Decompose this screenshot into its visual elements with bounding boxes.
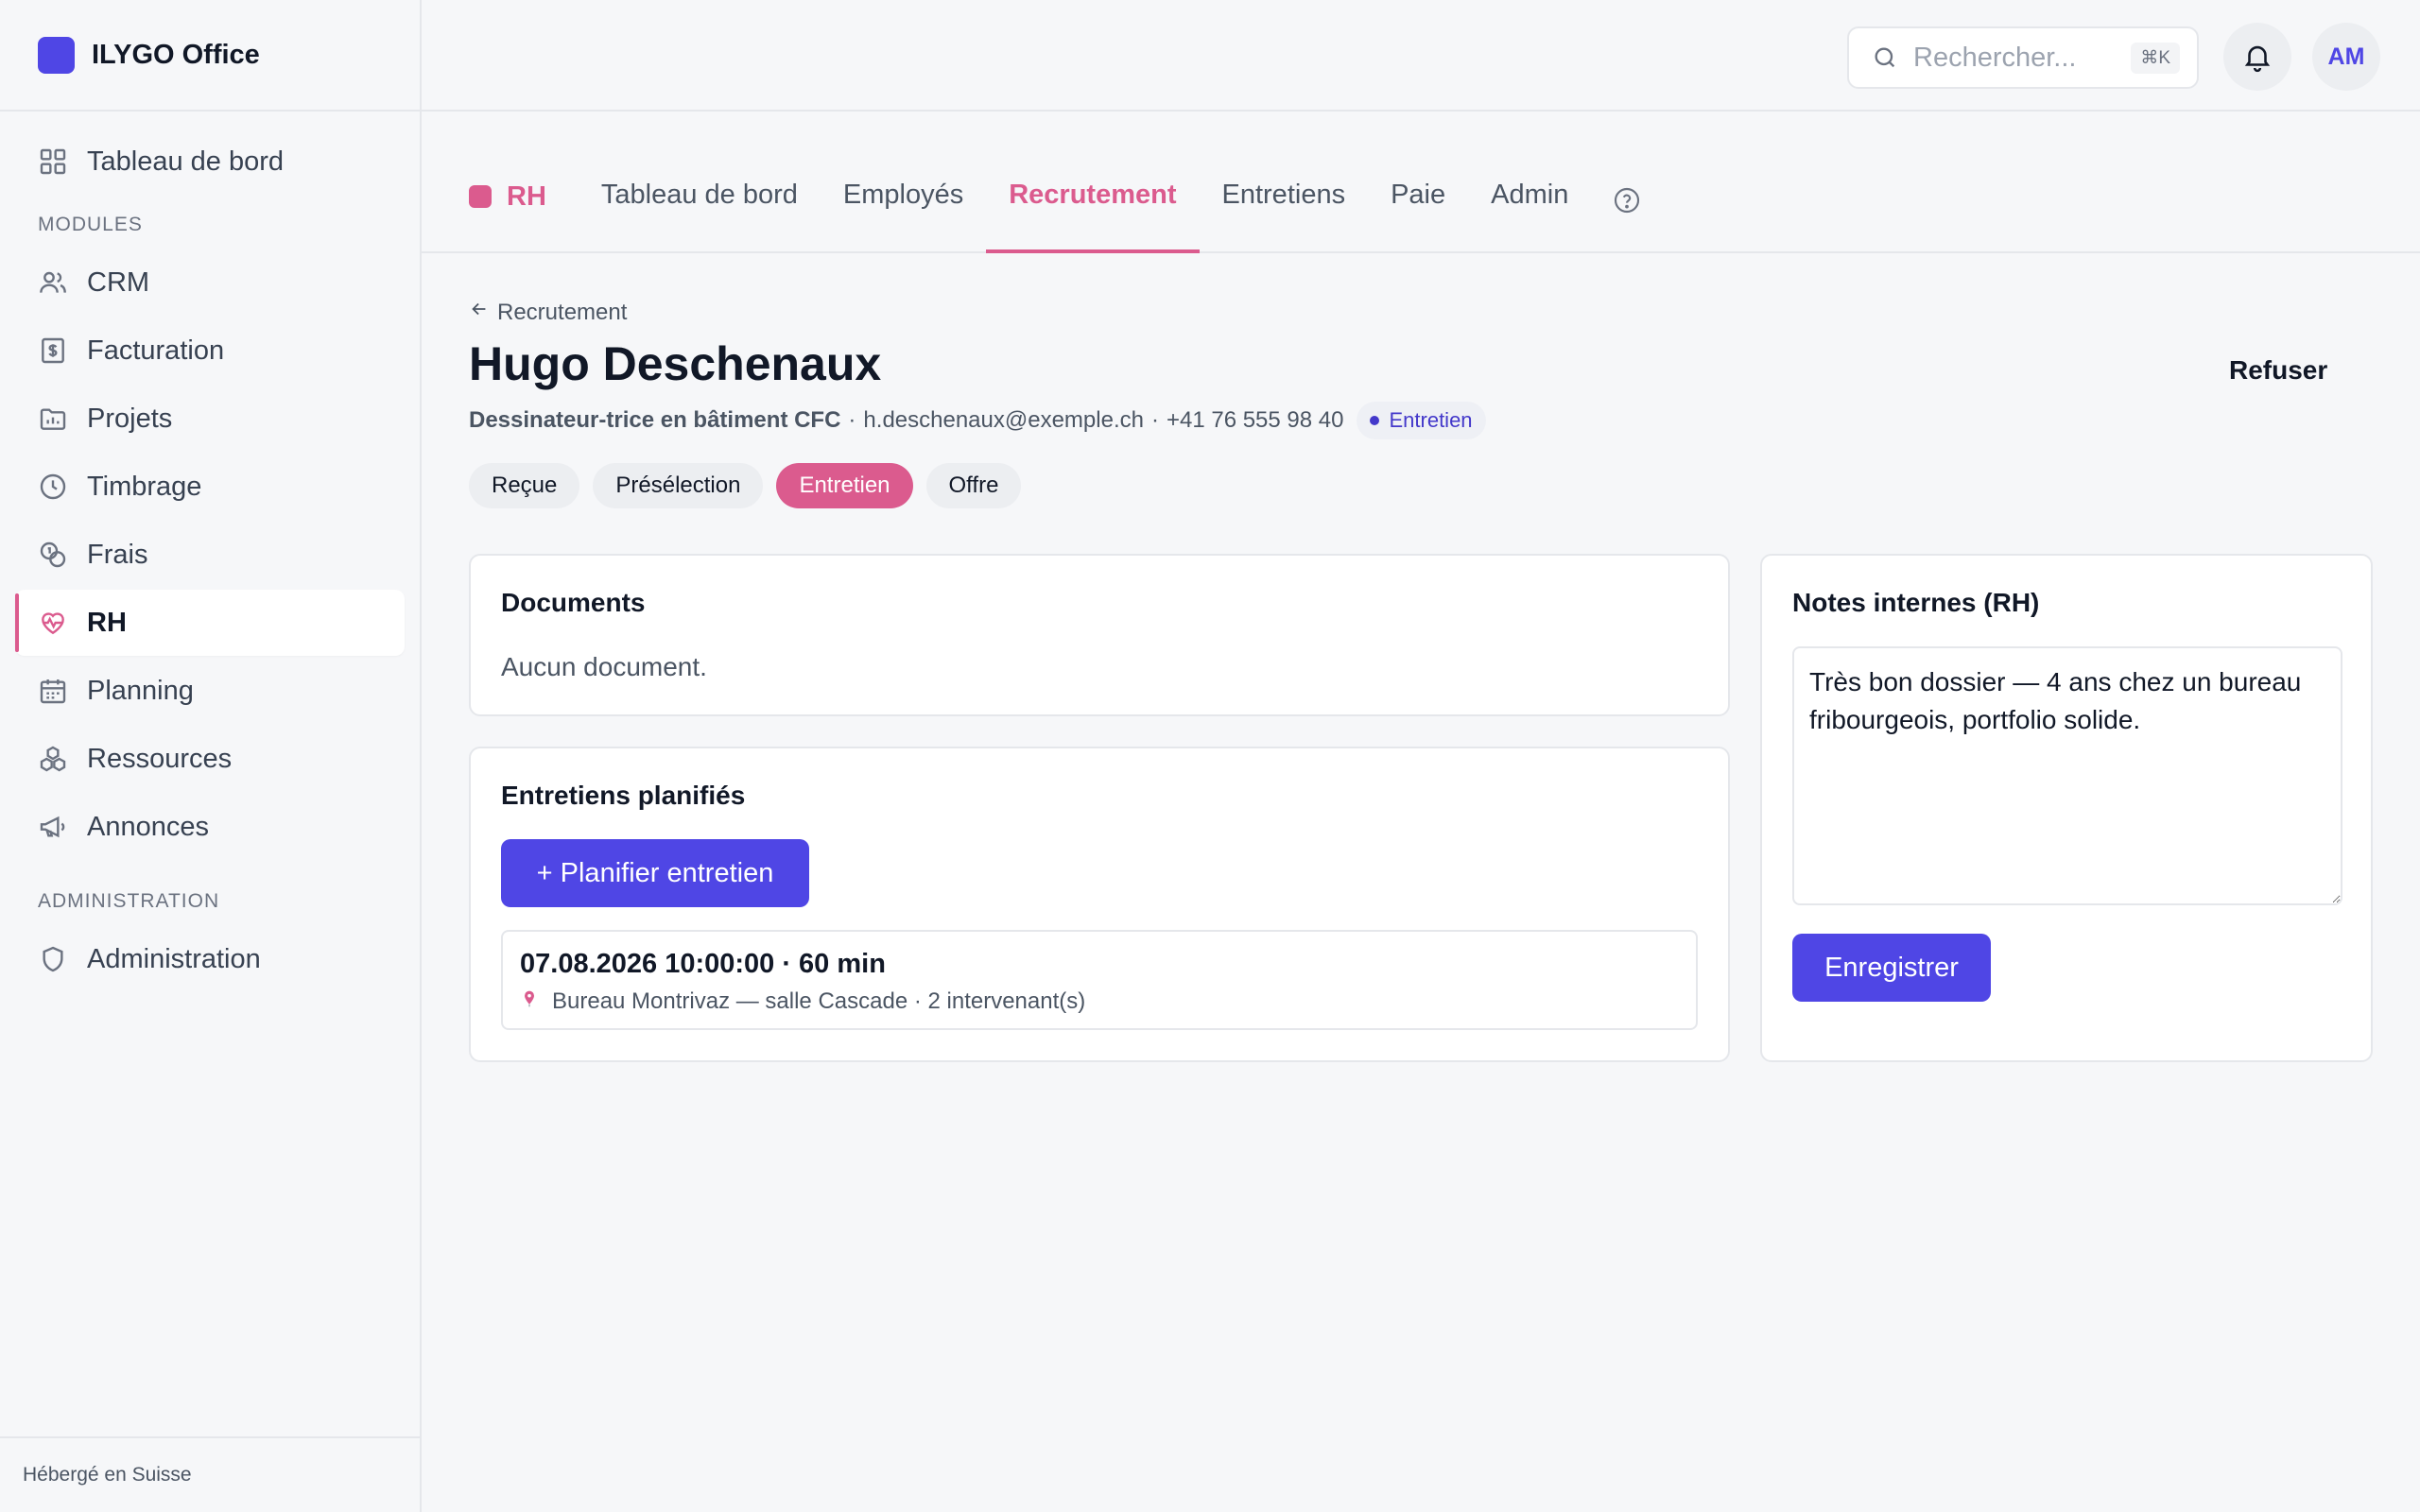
coins-icon — [38, 540, 68, 570]
candidate-email[interactable]: h.deschenaux@exemple.ch — [863, 407, 1144, 434]
interview-slot[interactable]: 07.08.2026 10:00:00 · 60 min Bureau Mont… — [501, 930, 1698, 1030]
sidebar-item-crm[interactable]: CRM — [15, 249, 405, 316]
sidebar-item-label: Tableau de bord — [87, 146, 284, 177]
megaphone-icon — [38, 812, 68, 842]
separator: · — [848, 407, 856, 433]
grid-icon — [38, 146, 68, 177]
interviews-title: Entretiens planifiés — [501, 781, 746, 810]
sidebar-item-label: Ressources — [87, 743, 233, 774]
sidebar-item-planning[interactable]: Planning — [15, 658, 405, 724]
help-icon[interactable] — [1612, 185, 1642, 215]
documents-title: Documents — [501, 588, 646, 617]
map-pin-icon — [520, 989, 539, 1014]
app-name: ILYGO Office — [92, 39, 260, 70]
candidate-phone[interactable]: +41 76 555 98 40 — [1167, 407, 1344, 434]
modules-nav: CRM Facturation Projets Timbrage Frais R… — [0, 249, 420, 860]
sidebar-item-frais[interactable]: Frais — [15, 522, 405, 588]
sidebar-item-label: Planning — [87, 675, 194, 706]
interview-datetime: 07.08.2026 10:00:00 · 60 min — [520, 949, 886, 979]
tab-paie[interactable]: Paie — [1368, 166, 1468, 251]
sidebar-item-administration[interactable]: Administration — [15, 926, 405, 992]
users-icon — [38, 267, 68, 298]
schedule-interview-button[interactable]: + Planifier entretien — [501, 839, 809, 907]
modules-section-label: MODULES — [38, 214, 143, 235]
admin-nav: Administration — [0, 926, 420, 992]
sidebar-item-tableau-de-bord[interactable]: Tableau de bord — [15, 129, 405, 195]
back-link-label: Recrutement — [497, 299, 628, 325]
status-badge: Entretien — [1357, 402, 1486, 439]
heart-pulse-icon — [38, 608, 68, 638]
candidate-name: Hugo Deschenaux — [469, 337, 882, 390]
sidebar-item-annonces[interactable]: Annonces — [15, 794, 405, 860]
sidebar-item-label: Frais — [87, 539, 148, 570]
sidebar-nav: Tableau de bord — [0, 112, 420, 195]
app-logo — [38, 36, 75, 74]
hosting-note: Hébergé en Suisse — [0, 1436, 420, 1512]
sidebar-item-label: Facturation — [87, 335, 225, 366]
topbar: ⌘K AM — [422, 0, 2420, 112]
sidebar-item-rh[interactable]: RH — [15, 590, 405, 656]
search-box[interactable]: ⌘K — [1847, 26, 2199, 89]
sidebar-item-label: Annonces — [87, 811, 209, 842]
interviews-card: Entretiens planifiés + Planifier entreti… — [469, 747, 1730, 1062]
arrow-left-icon — [469, 299, 490, 326]
administration-section-label: ADMINISTRATION — [38, 890, 220, 912]
candidate-meta: Dessinateur-trice en bâtiment CFC · h.de… — [469, 401, 1486, 440]
sidebar-item-label: Projets — [87, 403, 173, 434]
boxes-icon — [38, 744, 68, 774]
notes-title: Notes internes (RH) — [1792, 588, 2040, 617]
tab-tableau-de-bord[interactable]: Tableau de bord — [579, 166, 821, 251]
module-name: RH — [507, 180, 546, 212]
brand[interactable]: ILYGO Office — [0, 0, 420, 112]
calendar-icon — [38, 676, 68, 706]
user-avatar[interactable]: AM — [2312, 23, 2380, 91]
tab-entretiens[interactable]: Entretiens — [1200, 166, 1369, 251]
sidebar-item-label: RH — [87, 607, 127, 638]
notifications-button[interactable] — [2223, 23, 2291, 91]
tab-admin[interactable]: Admin — [1468, 166, 1591, 251]
clock-icon — [38, 472, 68, 502]
pipeline-stages: Reçue Présélection Entretien Offre — [469, 463, 1034, 508]
separator: · — [1150, 407, 1159, 433]
sidebar-item-timbrage[interactable]: Timbrage — [15, 454, 405, 520]
status-label: Entretien — [1389, 408, 1473, 432]
stage-recue[interactable]: Reçue — [469, 463, 580, 508]
save-notes-button[interactable]: Enregistrer — [1792, 934, 1991, 1002]
stage-entretien[interactable]: Entretien — [776, 463, 913, 508]
documents-card: Documents Aucun document. — [469, 554, 1730, 716]
status-dot — [1370, 416, 1380, 425]
module-tabs: RH Tableau de bord Employés Recrutement … — [422, 112, 2420, 253]
back-link[interactable]: Recrutement — [469, 299, 627, 326]
search-input[interactable] — [1913, 42, 2121, 74]
sidebar-item-label: Timbrage — [87, 471, 202, 502]
tab-employes[interactable]: Employés — [821, 166, 986, 251]
documents-empty-state: Aucun document. — [501, 652, 707, 681]
candidate-role: Dessinateur-trice en bâtiment CFC — [469, 407, 841, 433]
module-badge: RH — [469, 166, 546, 227]
search-icon — [1872, 44, 1898, 71]
internal-notes-card: Notes internes (RH) Très bon dossier — 4… — [1760, 554, 2373, 1062]
sidebar-item-facturation[interactable]: Facturation — [15, 318, 405, 384]
shield-icon — [38, 944, 68, 974]
sidebar-item-ressources[interactable]: Ressources — [15, 726, 405, 792]
interview-location: Bureau Montrivaz — salle Cascade · 2 int… — [520, 988, 1085, 1015]
sidebar-item-label: CRM — [87, 266, 150, 298]
invoice-icon — [38, 335, 68, 366]
stage-preselection[interactable]: Présélection — [593, 463, 764, 508]
tab-recrutement[interactable]: Recrutement — [986, 166, 1200, 253]
interview-location-label: Bureau Montrivaz — salle Cascade · 2 int… — [552, 988, 1086, 1014]
sidebar-item-label: Administration — [87, 943, 261, 974]
sidebar-item-projets[interactable]: Projets — [15, 386, 405, 452]
bell-icon — [2241, 41, 2273, 73]
refuse-button[interactable]: Refuser — [2221, 350, 2335, 391]
sidebar: ILYGO Office Tableau de bord MODULES CRM… — [0, 0, 422, 1512]
notes-textarea[interactable]: Très bon dossier — 4 ans chez un bureau … — [1792, 646, 2342, 905]
module-color-dot — [469, 185, 492, 208]
stage-offre[interactable]: Offre — [925, 463, 1022, 508]
tab-row: RH Tableau de bord Employés Recrutement … — [469, 166, 1642, 253]
folder-chart-icon — [38, 404, 68, 434]
search-shortcut: ⌘K — [2131, 42, 2180, 74]
